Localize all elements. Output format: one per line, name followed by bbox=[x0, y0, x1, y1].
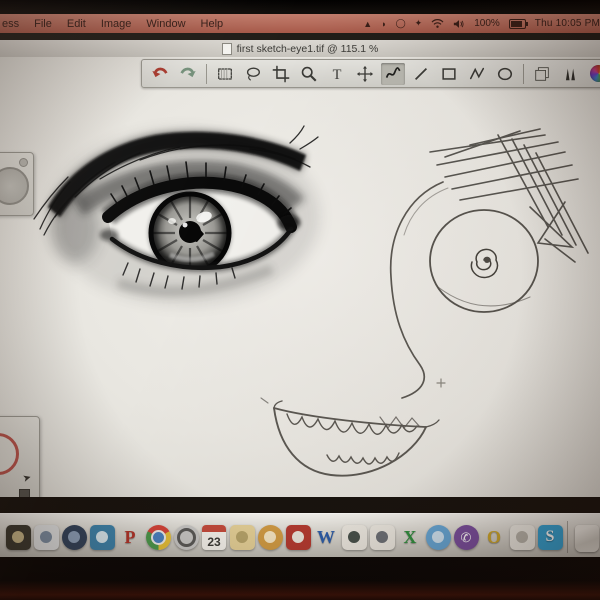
svg-text:T: T bbox=[333, 66, 342, 82]
tool-colors-icon[interactable] bbox=[586, 63, 600, 85]
tool-select-rect-icon[interactable] bbox=[213, 63, 237, 85]
dock-excel[interactable]: X bbox=[397, 522, 423, 552]
dock-white-badge[interactable] bbox=[369, 522, 395, 552]
volume-icon[interactable] bbox=[453, 19, 465, 29]
dock-notes[interactable] bbox=[229, 522, 255, 552]
battery-icon bbox=[508, 18, 528, 29]
dock-quicktime[interactable] bbox=[173, 522, 199, 552]
crescent-icon[interactable]: ◗ bbox=[381, 19, 386, 29]
tool-curve-icon[interactable] bbox=[381, 62, 405, 85]
tool-move-icon[interactable] bbox=[353, 63, 377, 85]
dock-skype[interactable]: S bbox=[537, 522, 563, 552]
dock-dark-terminal[interactable] bbox=[5, 522, 31, 552]
window-title: first sketch-eye1.tif @ 115.1 % bbox=[236, 42, 379, 55]
dock-photos[interactable] bbox=[33, 522, 59, 552]
tool-line-icon[interactable] bbox=[409, 63, 433, 85]
dock-viber[interactable]: ✆ bbox=[453, 522, 479, 552]
spark-icon[interactable]: ✦ bbox=[415, 18, 423, 29]
rotation-dial-icon[interactable] bbox=[0, 167, 29, 205]
battery-percent: 100% bbox=[474, 18, 500, 29]
desktop-background-lower bbox=[0, 497, 600, 513]
window-title-bar[interactable]: first sketch-eye1.tif @ 115.1 % bbox=[0, 40, 600, 58]
menu-help[interactable]: Help bbox=[201, 18, 224, 30]
dock-icons: P 23 W X ✆ O S bbox=[0, 522, 563, 558]
tool-rect-icon[interactable] bbox=[437, 63, 461, 85]
top-bezel bbox=[0, 0, 600, 14]
app-menu-cutoff[interactable]: ess bbox=[2, 18, 19, 30]
dock-amber-book[interactable] bbox=[257, 522, 283, 552]
dock-white-scene[interactable] bbox=[341, 522, 367, 552]
tool-zoom-icon[interactable] bbox=[297, 63, 321, 85]
tool-redo-icon[interactable] bbox=[176, 63, 200, 85]
tool-bar: T bbox=[141, 59, 600, 88]
toolbar-separator bbox=[206, 63, 207, 84]
dock-globe-chat[interactable] bbox=[425, 522, 451, 552]
dock-chrome[interactable] bbox=[145, 522, 171, 552]
dock-calendar[interactable]: 23 bbox=[201, 522, 227, 552]
tool-brushes-icon[interactable] bbox=[558, 63, 582, 85]
menu-image[interactable]: Image bbox=[101, 18, 132, 30]
circle-icon[interactable]: ◯ bbox=[396, 18, 406, 29]
photo-of-laptop-screen: ess File Edit Image Window Help ▲ ◗ ◯ ✦ 100% Th… bbox=[0, 0, 600, 600]
tool-lasso-icon[interactable] bbox=[241, 63, 265, 85]
document-proxy-icon[interactable] bbox=[221, 42, 232, 55]
cursor-tool-icon[interactable]: ➤ bbox=[21, 472, 32, 485]
menu-edit[interactable]: Edit bbox=[67, 18, 86, 30]
dock-outlook[interactable]: O bbox=[481, 522, 507, 552]
alert-triangle-icon[interactable]: ▲ bbox=[363, 19, 372, 29]
palette-close-icon[interactable] bbox=[19, 158, 28, 167]
tool-polyline-icon[interactable] bbox=[465, 63, 489, 85]
doodle-face bbox=[260, 128, 589, 477]
bottom-bezel bbox=[0, 557, 600, 600]
tools-palette[interactable]: ➤ bbox=[0, 416, 40, 508]
dock-parallels[interactable]: P bbox=[117, 522, 143, 552]
tool-ellipse-icon[interactable] bbox=[493, 63, 517, 85]
menu-file[interactable]: File bbox=[34, 18, 52, 30]
dock-paper[interactable] bbox=[509, 522, 535, 552]
tool-text-icon[interactable]: T bbox=[325, 63, 349, 85]
tool-undo-icon[interactable] bbox=[148, 63, 172, 85]
dial-palette[interactable] bbox=[0, 152, 34, 216]
menu-window[interactable]: Window bbox=[146, 18, 185, 30]
color-ring-icon[interactable] bbox=[0, 433, 19, 475]
desktop-background bbox=[0, 33, 600, 40]
tool-layers-icon[interactable] bbox=[530, 63, 554, 85]
dock-blue-banner[interactable] bbox=[89, 522, 115, 552]
dock-red-curtain[interactable] bbox=[285, 522, 311, 552]
dock-navy-globe[interactable] bbox=[61, 522, 87, 552]
eye-sketch bbox=[33, 125, 320, 305]
wifi-icon[interactable] bbox=[431, 18, 444, 29]
toolbar-separator bbox=[523, 63, 524, 84]
menu-clock[interactable]: Thu 10:05 PM bbox=[535, 18, 600, 29]
status-area: ▲ ◗ ◯ ✦ 100% Thu 10:05 PM bbox=[363, 18, 600, 29]
tool-crop-icon[interactable] bbox=[269, 63, 293, 85]
menu-bar: ess File Edit Image Window Help ▲ ◗ ◯ ✦ 100% Th… bbox=[0, 14, 600, 33]
trash-icon bbox=[575, 524, 599, 552]
dock-word[interactable]: W bbox=[313, 522, 339, 552]
dock-separator bbox=[567, 521, 568, 553]
status-icons-slot: ▲ ◗ ◯ ✦ bbox=[363, 18, 465, 29]
menu-items: ess File Edit Image Window Help bbox=[0, 18, 223, 30]
dock: P 23 W X ✆ O S bbox=[0, 513, 600, 558]
cursor-crosshair bbox=[436, 378, 446, 388]
canvas-artwork[interactable] bbox=[0, 57, 600, 497]
dock-trash[interactable] bbox=[574, 523, 600, 553]
